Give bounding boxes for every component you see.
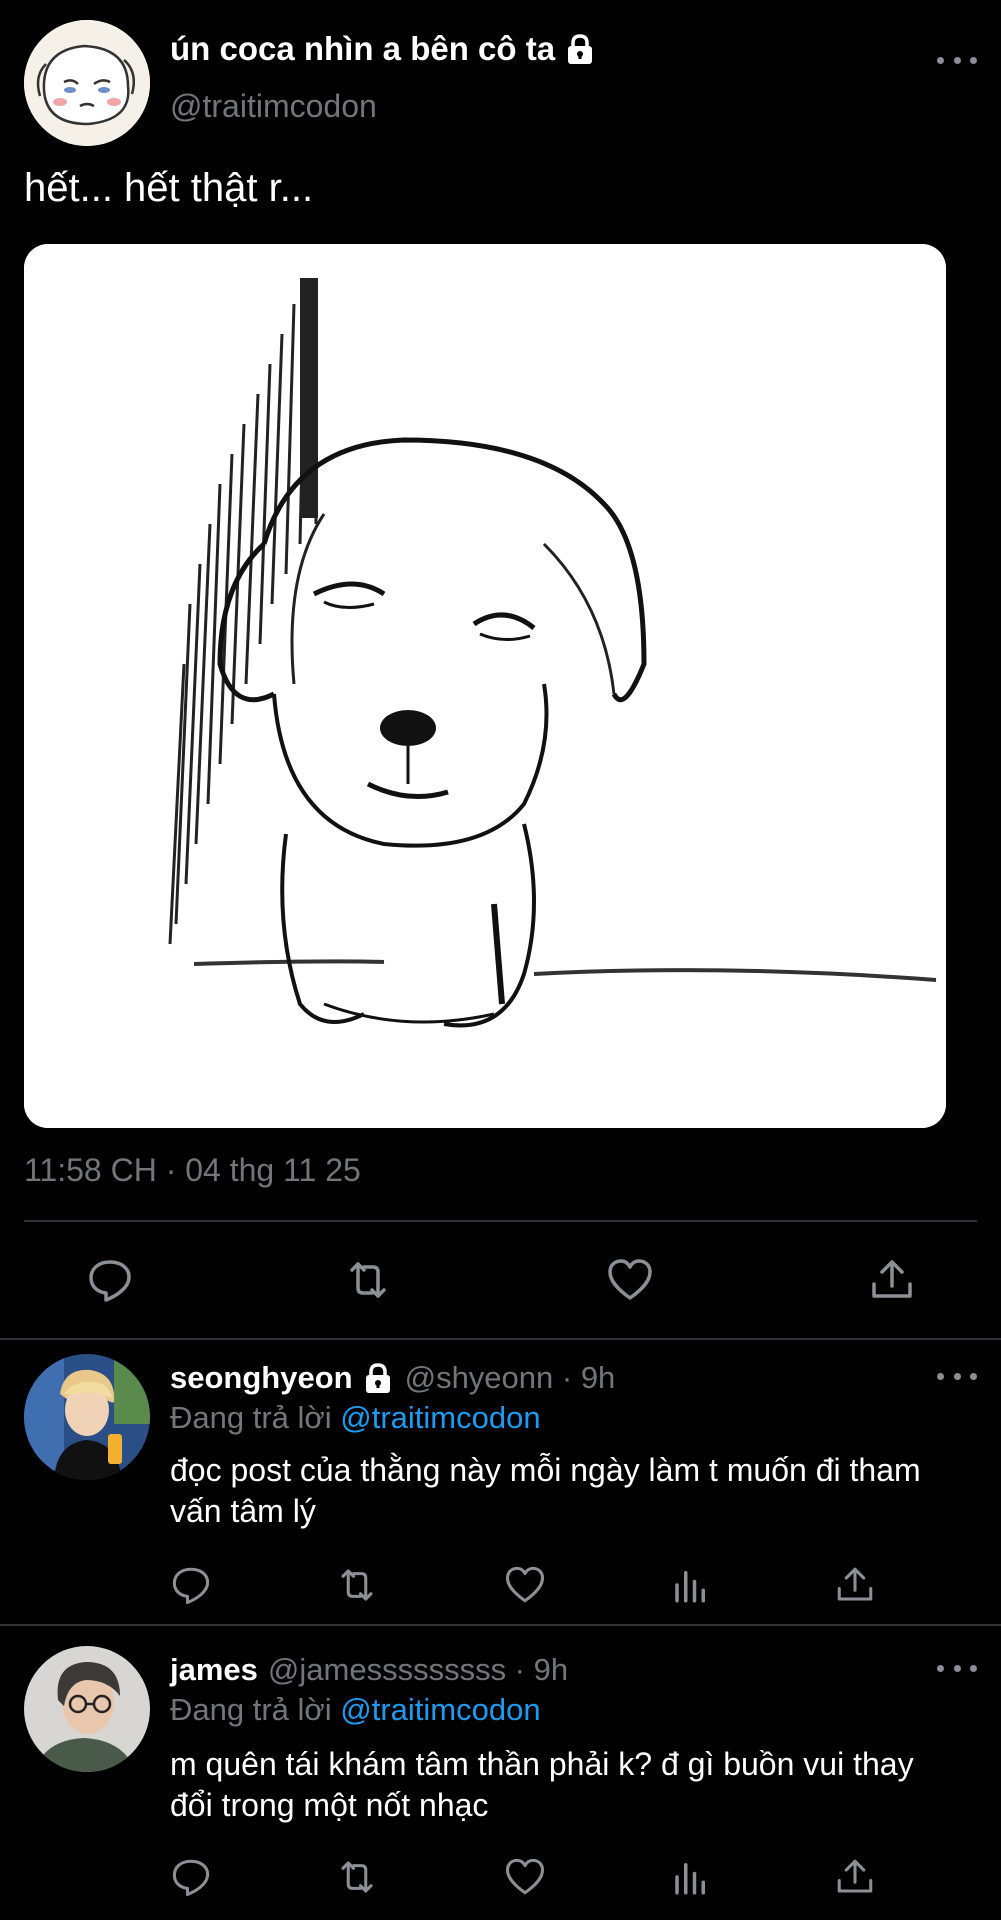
views-icon[interactable] [670, 1564, 712, 1606]
retweet-icon[interactable] [336, 1564, 378, 1606]
reply-author-name[interactable]: james @jamesssssssss · 9h [170, 1652, 568, 1688]
retweet-icon[interactable] [344, 1256, 392, 1304]
like-icon[interactable] [606, 1256, 654, 1304]
tweet-timestamp[interactable]: 11:58 CH · 04 thg 11 25 [24, 1152, 361, 1189]
reply-icon[interactable] [170, 1564, 212, 1606]
reply-text: đọc post của thằng này mỗi ngày làm t mu… [170, 1452, 921, 1529]
author-name[interactable]: ún coca nhìn a bên cô ta [170, 30, 597, 68]
sad-dog-sketch-icon [24, 244, 946, 1128]
lock-icon [361, 1361, 395, 1395]
like-icon[interactable] [504, 1856, 546, 1898]
reply-avatar[interactable] [24, 1646, 150, 1772]
replying-prefix: Đang trả lời [170, 1692, 332, 1727]
reply-avatar[interactable] [24, 1354, 150, 1480]
divider [0, 1624, 1001, 1626]
replying-prefix: Đang trả lời [170, 1400, 332, 1435]
sad-puppy-avatar-icon [24, 20, 150, 146]
reply-icon[interactable] [86, 1256, 134, 1304]
views-icon[interactable] [670, 1856, 712, 1898]
tweet-text: hết... hết thật r... [24, 166, 314, 210]
reply-name-text: seonghyeon [170, 1360, 353, 1395]
author-avatar[interactable] [24, 20, 150, 146]
share-icon[interactable] [834, 1564, 876, 1606]
retweet-icon[interactable] [336, 1856, 378, 1898]
share-icon[interactable] [868, 1256, 916, 1304]
mention-link[interactable]: @traitimcodon [340, 1692, 540, 1727]
tweet-media[interactable] [24, 244, 946, 1128]
lock-icon [563, 32, 597, 66]
reply-author-name[interactable]: seonghyeon @shyeonn · 9h [170, 1360, 615, 1396]
reply-icon[interactable] [170, 1856, 212, 1898]
reply-handle: @jamesssssssss · 9h [267, 1652, 569, 1687]
like-icon[interactable] [504, 1564, 546, 1606]
replying-to: Đang trả lời @traitimcodon [170, 1692, 541, 1728]
author-name-text: ún coca nhìn a bên cô ta [170, 30, 556, 67]
reply-handle: @shyeonn · 9h [404, 1360, 616, 1395]
author-handle[interactable]: @traitimcodon [170, 88, 377, 125]
share-icon[interactable] [834, 1856, 876, 1898]
replying-to: Đang trả lời @traitimcodon [170, 1400, 541, 1436]
reply-text: m quên tái khám tâm thần phải k? đ gì bu… [170, 1746, 914, 1823]
divider [0, 1338, 1001, 1340]
more-options-icon[interactable] [937, 50, 977, 70]
user-photo-icon [24, 1354, 150, 1480]
mention-link[interactable]: @traitimcodon [340, 1400, 540, 1435]
more-options-icon[interactable] [937, 1658, 977, 1678]
more-options-icon[interactable] [937, 1366, 977, 1386]
user-photo-icon [24, 1646, 150, 1772]
reply-name-text: james [170, 1652, 258, 1687]
divider [24, 1220, 977, 1222]
